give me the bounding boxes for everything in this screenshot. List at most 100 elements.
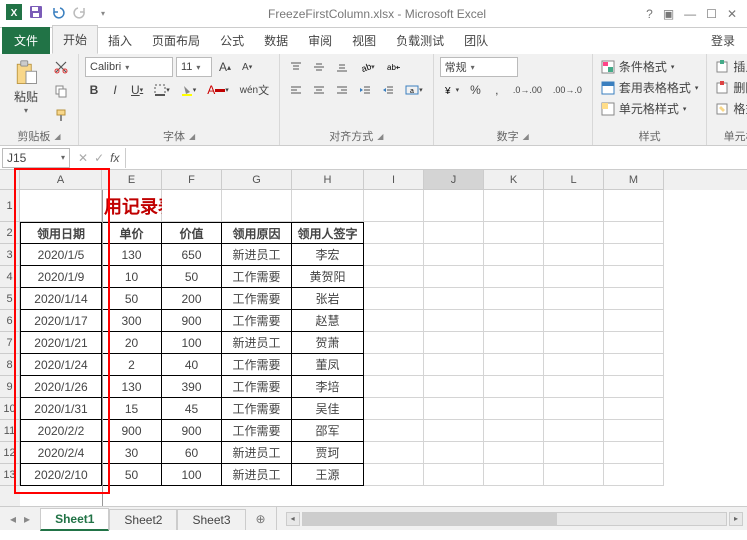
cell[interactable]	[364, 442, 424, 464]
cell[interactable]: 张岩	[292, 288, 364, 310]
cell[interactable]	[544, 420, 604, 442]
cell[interactable]: 130	[102, 376, 162, 398]
cell[interactable]	[544, 190, 604, 222]
col-header-i[interactable]: I	[364, 170, 424, 190]
tab-page-layout[interactable]: 页面布局	[142, 27, 210, 54]
cell[interactable]	[424, 420, 484, 442]
minimize-button[interactable]: —	[684, 7, 696, 21]
copy-button[interactable]	[50, 81, 72, 101]
cell[interactable]	[20, 190, 102, 222]
cell[interactable]: 工作需要	[222, 420, 292, 442]
cell[interactable]: 李宏	[292, 244, 364, 266]
cell[interactable]: 工作需要	[222, 398, 292, 420]
cell[interactable]	[364, 222, 424, 244]
cell[interactable]	[364, 288, 424, 310]
cell[interactable]: 2020/1/17	[20, 310, 102, 332]
paste-button[interactable]: 粘贴 ▾	[6, 57, 46, 117]
cell[interactable]	[424, 190, 484, 222]
col-header-f[interactable]: F	[162, 170, 222, 190]
cell[interactable]	[484, 288, 544, 310]
cell[interactable]: 100	[162, 332, 222, 354]
cell[interactable]: 50	[102, 464, 162, 486]
cell[interactable]: 工作需要	[222, 288, 292, 310]
cell[interactable]: 2020/1/9	[20, 266, 102, 288]
cell[interactable]: 新进员工	[222, 244, 292, 266]
tab-view[interactable]: 视图	[342, 27, 386, 54]
cell[interactable]: 2020/2/4	[20, 442, 102, 464]
undo-icon[interactable]	[50, 4, 66, 23]
cell[interactable]: 50	[162, 266, 222, 288]
cell[interactable]: 工作需要	[222, 310, 292, 332]
tab-insert[interactable]: 插入	[98, 27, 142, 54]
cell[interactable]	[484, 376, 544, 398]
cell[interactable]	[544, 244, 604, 266]
align-left-button[interactable]	[286, 80, 306, 100]
format-as-table-button[interactable]: 套用表格格式▾	[599, 78, 701, 97]
cell[interactable]: 2020/2/2	[20, 420, 102, 442]
cell[interactable]: 单价	[102, 222, 162, 244]
cell[interactable]	[604, 398, 664, 420]
ribbon-display-button[interactable]: ▣	[663, 7, 674, 21]
cell[interactable]	[544, 398, 604, 420]
cell[interactable]: 60	[162, 442, 222, 464]
enter-formula-icon[interactable]: ✓	[94, 151, 104, 165]
cell[interactable]: 工作需要	[222, 376, 292, 398]
cell[interactable]	[484, 266, 544, 288]
cell[interactable]	[364, 266, 424, 288]
cell[interactable]: 20	[102, 332, 162, 354]
tab-review[interactable]: 审阅	[298, 27, 342, 54]
close-button[interactable]: ✕	[727, 7, 737, 21]
cell[interactable]	[222, 190, 292, 222]
accounting-format-button[interactable]: ¥▾	[440, 80, 464, 100]
align-top-button[interactable]	[286, 57, 306, 77]
sheet-tab-1[interactable]: Sheet1	[40, 508, 109, 531]
cell[interactable]	[604, 332, 664, 354]
cell[interactable]	[364, 464, 424, 486]
col-header-h[interactable]: H	[292, 170, 364, 190]
cell[interactable]: 价值	[162, 222, 222, 244]
cell[interactable]	[484, 332, 544, 354]
cell[interactable]	[292, 190, 364, 222]
row-header[interactable]: 6	[0, 310, 20, 332]
cell[interactable]	[544, 310, 604, 332]
border-button[interactable]: ▾	[150, 80, 174, 100]
cut-button[interactable]	[50, 57, 72, 77]
cell[interactable]: 新进员工	[222, 332, 292, 354]
col-header-e[interactable]: E	[102, 170, 162, 190]
number-launcher-icon[interactable]: ◢	[523, 132, 529, 141]
row-header[interactable]: 9	[0, 376, 20, 398]
cell[interactable]	[424, 464, 484, 486]
increase-indent-button[interactable]	[378, 80, 398, 100]
cell[interactable]	[604, 222, 664, 244]
fill-color-button[interactable]: ▾	[177, 80, 201, 100]
font-launcher-icon[interactable]: ◢	[189, 132, 195, 141]
cell[interactable]	[364, 190, 424, 222]
align-right-button[interactable]	[332, 80, 352, 100]
cell[interactable]	[604, 190, 664, 222]
row-header[interactable]: 2	[0, 222, 20, 244]
tab-team[interactable]: 团队	[454, 27, 498, 54]
cell[interactable]	[424, 266, 484, 288]
increase-font-button[interactable]: A▴	[215, 57, 235, 77]
tab-loadtest[interactable]: 负载测试	[386, 27, 454, 54]
cell[interactable]	[424, 288, 484, 310]
cell[interactable]	[604, 354, 664, 376]
align-middle-button[interactable]	[309, 57, 329, 77]
tab-home[interactable]: 开始	[52, 25, 98, 54]
cell[interactable]: 30	[102, 442, 162, 464]
format-painter-button[interactable]	[50, 105, 72, 125]
cell[interactable]: 40	[162, 354, 222, 376]
tab-formulas[interactable]: 公式	[210, 27, 254, 54]
cell[interactable]: 用记录表	[102, 190, 162, 222]
cell[interactable]: 贾珂	[292, 442, 364, 464]
scroll-right-button[interactable]: ▸	[729, 512, 743, 526]
alignment-launcher-icon[interactable]: ◢	[377, 132, 383, 141]
delete-cells-button[interactable]: 删除▾	[713, 78, 747, 97]
cell[interactable]: 650	[162, 244, 222, 266]
tab-data[interactable]: 数据	[254, 27, 298, 54]
cell[interactable]	[364, 332, 424, 354]
cell[interactable]	[484, 354, 544, 376]
cell[interactable]	[544, 222, 604, 244]
cell[interactable]: 吴佳	[292, 398, 364, 420]
cell[interactable]	[424, 332, 484, 354]
